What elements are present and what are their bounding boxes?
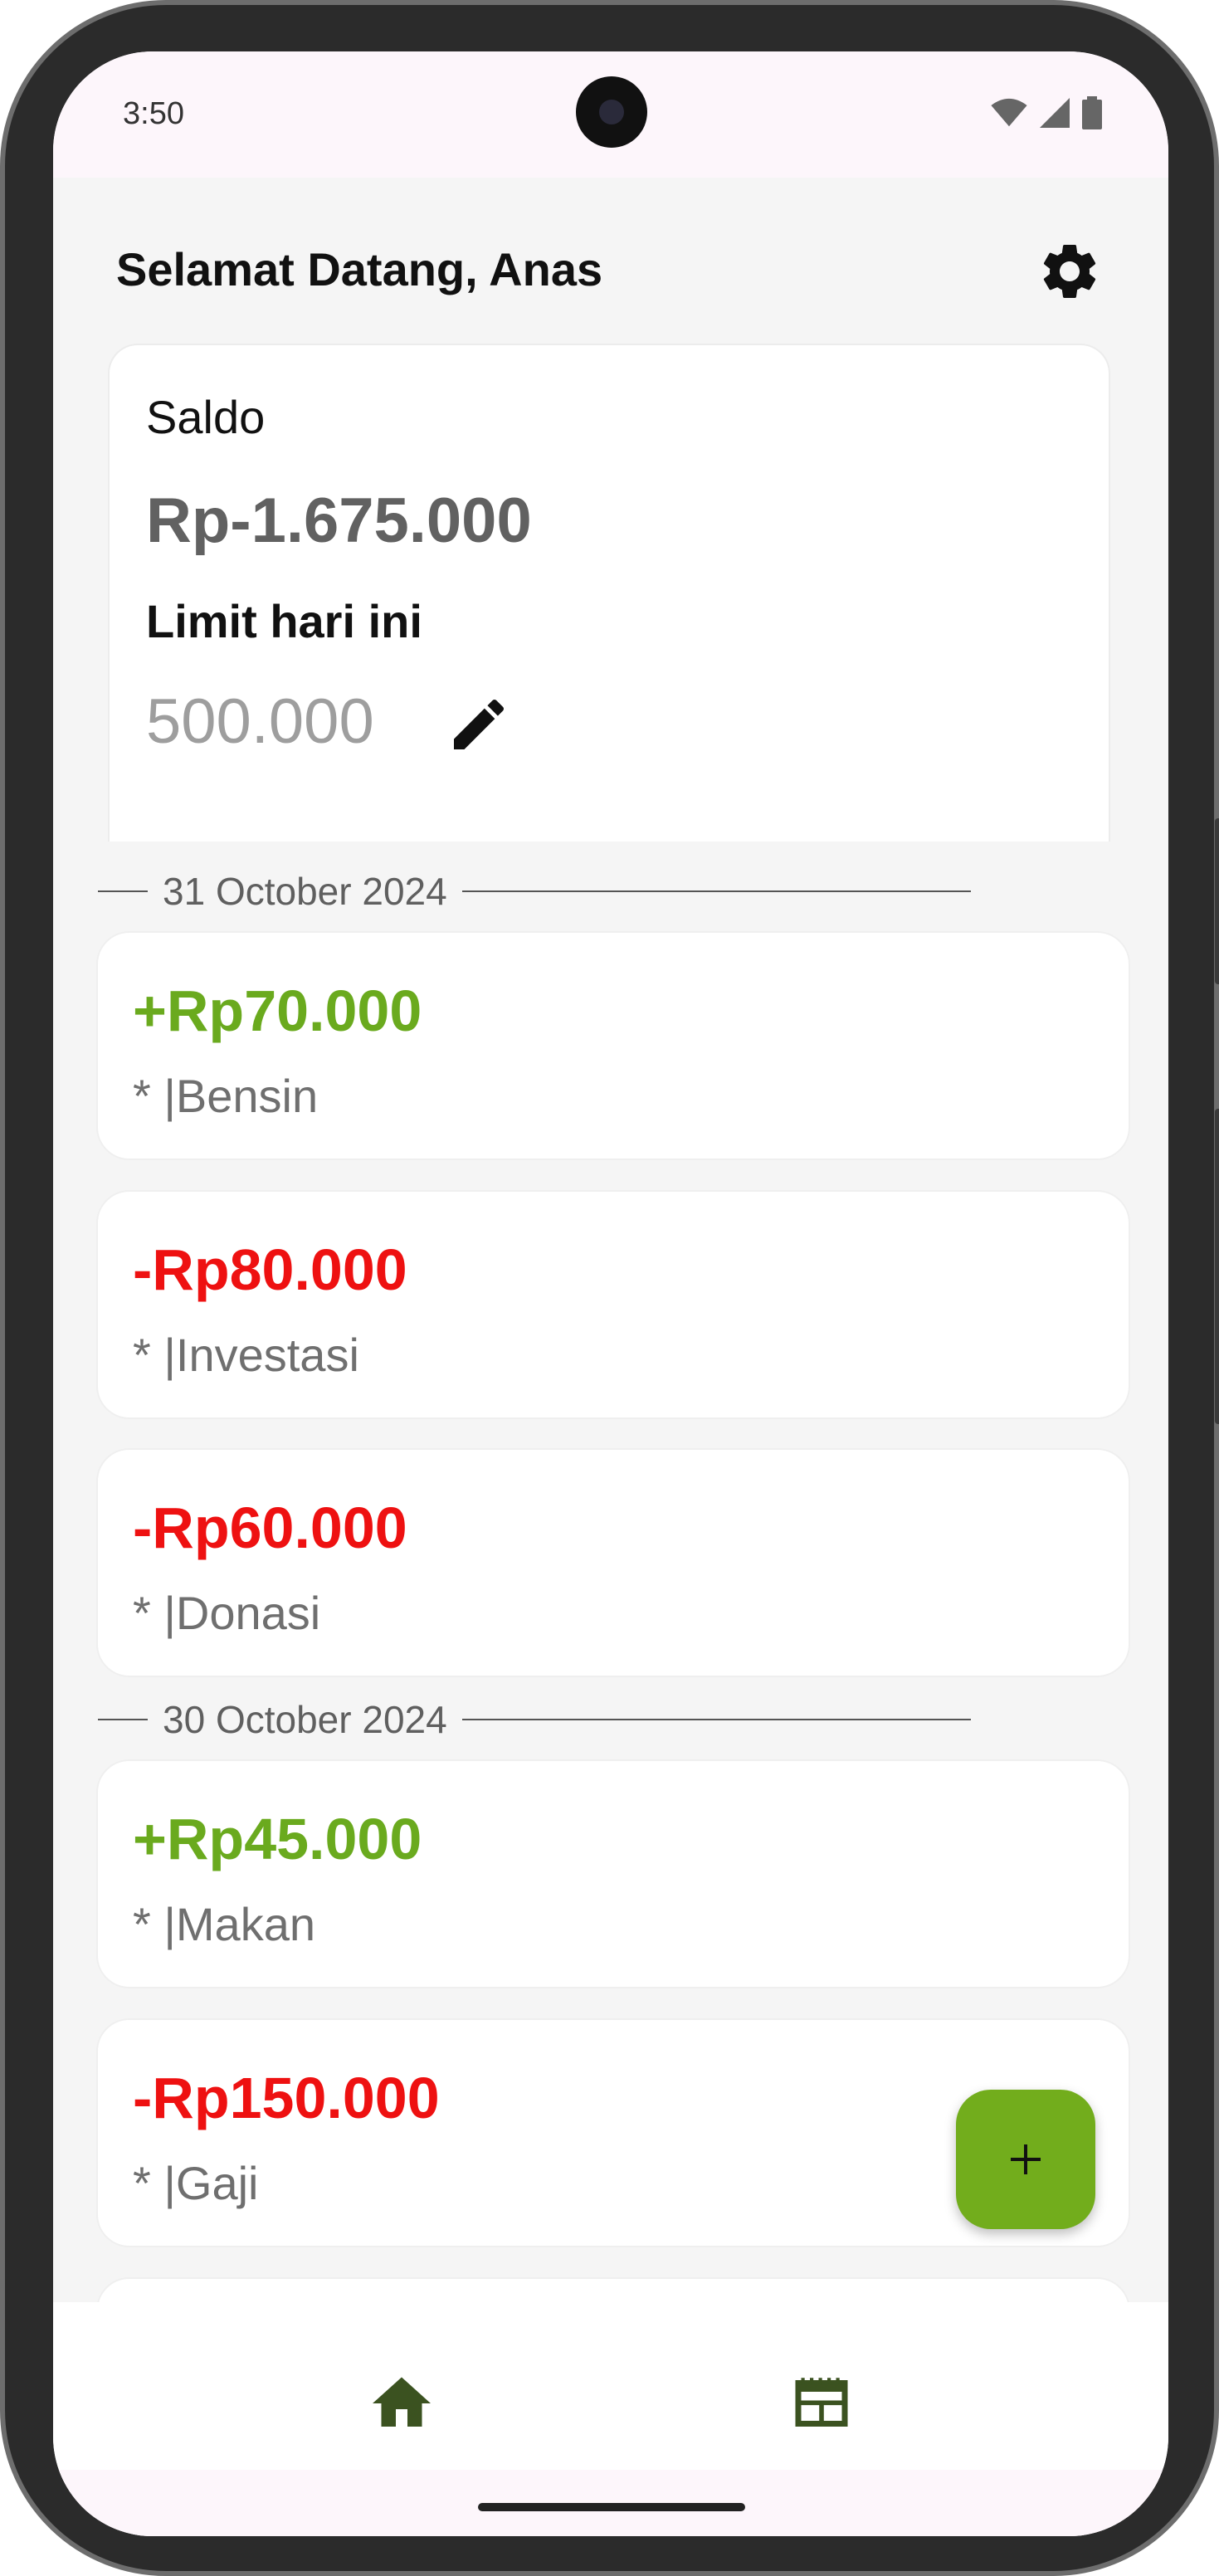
transaction-note: * |Investasi — [133, 1329, 359, 1381]
limit-value: 500.000 — [146, 686, 374, 757]
transaction-card[interactable]: -Rp80.000 * |Investasi — [96, 1190, 1130, 1419]
limit-label: Limit hari ini — [146, 595, 422, 647]
saldo-value: Rp-1.675.000 — [146, 485, 532, 556]
volume-button — [1215, 1109, 1219, 1424]
transaction-amount: -Rp60.000 — [133, 1495, 407, 1560]
nav-report[interactable] — [772, 2354, 871, 2453]
transaction-note: * |Bensin — [133, 1070, 319, 1122]
status-icons — [991, 96, 1102, 129]
nav-home[interactable] — [352, 2354, 451, 2453]
transaction-note: * |Donasi — [133, 1587, 321, 1639]
plus-icon — [1011, 2144, 1041, 2174]
date-label: 31 October 2024 — [163, 870, 447, 913]
divider-line — [98, 890, 148, 892]
transaction-amount: +Rp70.000 — [133, 978, 422, 1043]
battery-icon — [1082, 96, 1102, 129]
add-transaction-button[interactable] — [956, 2090, 1095, 2229]
greeting-title: Selamat Datang, Anas — [116, 243, 603, 295]
transaction-card[interactable]: +Rp45.000 * |Makan — [96, 1759, 1130, 1988]
status-time: 3:50 — [123, 96, 184, 131]
pencil-icon — [454, 699, 505, 749]
date-divider: 31 October 2024 — [98, 866, 971, 916]
settings-button[interactable] — [1032, 234, 1107, 309]
transaction-amount: -Rp150.000 — [133, 2066, 440, 2130]
power-button — [1215, 818, 1219, 984]
phone-frame: 3:50 Selamat Datang, Anas Saldo Rp-1.675… — [0, 0, 1219, 2576]
transaction-note: * |Gaji — [133, 2157, 259, 2209]
home-gesture-bar[interactable] — [478, 2503, 745, 2511]
divider-line — [461, 890, 971, 892]
status-bar: 3:50 — [53, 51, 1168, 178]
date-label: 30 October 2024 — [163, 1698, 447, 1741]
transaction-card[interactable]: -Rp60.000 * |Donasi — [96, 1448, 1130, 1677]
divider-line — [461, 1719, 971, 1720]
gear-icon — [1043, 245, 1096, 298]
transaction-note: * |Makan — [133, 1898, 315, 1950]
saldo-label: Saldo — [146, 391, 266, 443]
home-icon — [373, 2377, 431, 2427]
bottom-navigation — [53, 2302, 1168, 2536]
wifi-icon — [991, 98, 1027, 127]
front-camera — [576, 76, 647, 148]
app-screen: 3:50 Selamat Datang, Anas Saldo Rp-1.675… — [53, 51, 1168, 2536]
divider-line — [98, 1719, 148, 1720]
date-divider: 30 October 2024 — [98, 1695, 971, 1744]
transaction-amount: -Rp80.000 — [133, 1237, 407, 1302]
transaction-amount: +Rp45.000 — [133, 1807, 422, 1871]
transaction-card[interactable]: +Rp70.000 * |Bensin — [96, 931, 1130, 1160]
report-icon — [795, 2378, 848, 2427]
edit-limit-button[interactable] — [441, 687, 516, 762]
balance-card: Saldo Rp-1.675.000 Limit hari ini 500.00… — [108, 344, 1110, 842]
signal-icon — [1040, 98, 1070, 128]
